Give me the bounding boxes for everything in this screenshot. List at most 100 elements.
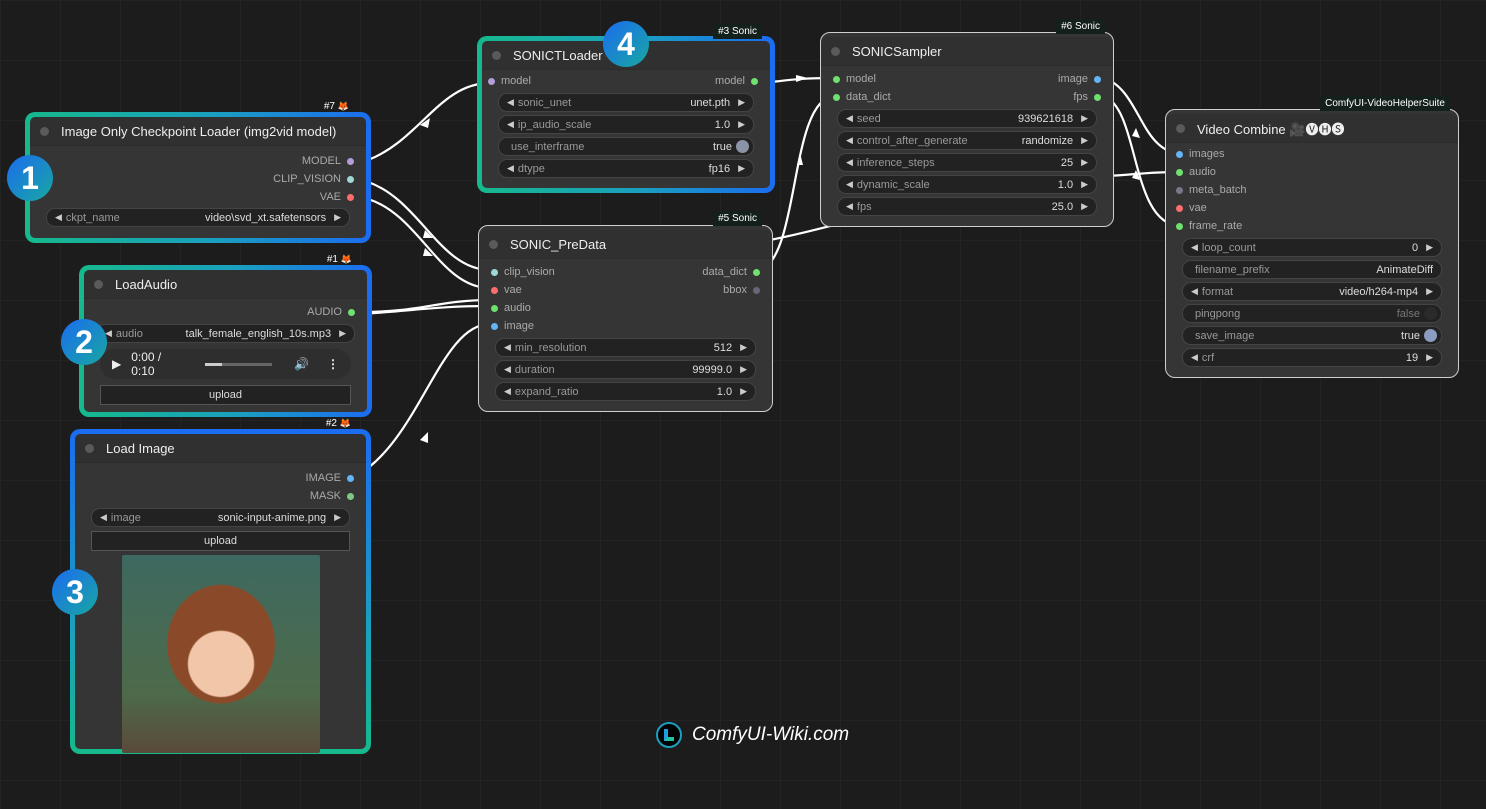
more-options-icon[interactable]: ⋮	[327, 357, 339, 371]
output-vae[interactable]: VAE	[30, 188, 366, 206]
arrow-right-icon[interactable]: ▶	[1426, 352, 1433, 363]
node-load-image[interactable]: #2 🦊 Load Image IMAGE MASK ◀ image sonic-i…	[70, 418, 371, 754]
upload-button[interactable]: upload	[91, 531, 350, 551]
socket-icon[interactable]	[347, 175, 354, 183]
input-vae[interactable]: vae	[1166, 199, 1458, 217]
audio-combo[interactable]: ◀ audio talk_female_english_10s.mp3 ▶	[96, 324, 355, 343]
socket-icon[interactable]	[1176, 186, 1183, 194]
arrow-right-icon[interactable]: ▶	[334, 512, 341, 523]
arrow-left-icon[interactable]: ◀	[846, 113, 853, 124]
output-model[interactable]: MODEL	[30, 152, 366, 170]
arrow-right-icon[interactable]: ▶	[740, 364, 747, 375]
arrow-right-icon[interactable]: ▶	[339, 328, 346, 339]
control-after-generate-combo[interactable]: ◀ control_after_generate randomize ▶	[837, 131, 1097, 150]
collapse-dot-icon[interactable]	[1176, 123, 1185, 133]
socket-icon[interactable]	[491, 286, 498, 294]
arrow-left-icon[interactable]: ◀	[846, 157, 853, 168]
arrow-right-icon[interactable]: ▶	[334, 212, 341, 223]
arrow-right-icon[interactable]: ▶	[738, 163, 745, 174]
arrow-left-icon[interactable]: ◀	[100, 512, 107, 523]
input-audio[interactable]: audio	[479, 299, 772, 317]
arrow-left-icon[interactable]: ◀	[504, 386, 511, 397]
collapse-dot-icon[interactable]	[492, 50, 501, 60]
toggle-on-icon[interactable]	[1424, 329, 1437, 342]
node-title[interactable]: LoadAudio	[84, 270, 367, 299]
audio-progress-bar[interactable]	[205, 362, 273, 366]
node-title[interactable]: Video Combine 🎥🅥🅗🅢	[1166, 114, 1458, 143]
socket-icon[interactable]	[1176, 222, 1183, 230]
socket-icon[interactable]	[491, 268, 498, 276]
io-data-dict[interactable]: data_dict fps	[821, 88, 1113, 106]
node-title[interactable]: SONICSampler	[821, 37, 1113, 66]
socket-icon[interactable]	[347, 492, 354, 500]
socket-icon[interactable]	[1176, 168, 1183, 176]
arrow-right-icon[interactable]: ▶	[1426, 286, 1433, 297]
node-sonic-sampler[interactable]: #6 Sonic SONICSampler model image data_di…	[820, 19, 1114, 227]
socket-icon[interactable]	[347, 474, 354, 482]
audio-player[interactable]: ▶ 0:00 / 0:10 🔊 ⋮	[100, 349, 351, 379]
pingpong-toggle[interactable]: pingpong false	[1182, 304, 1442, 323]
socket-icon[interactable]	[833, 75, 840, 83]
arrow-right-icon[interactable]: ▶	[1081, 157, 1088, 168]
arrow-left-icon[interactable]: ◀	[507, 97, 514, 108]
socket-icon[interactable]	[491, 322, 498, 330]
io-vae[interactable]: vae bbox	[479, 281, 772, 299]
socket-icon[interactable]	[347, 193, 354, 201]
min-resolution-number[interactable]: ◀ min_resolution 512 ▶	[495, 338, 756, 357]
socket-icon[interactable]	[1094, 93, 1101, 101]
collapse-dot-icon[interactable]	[489, 239, 498, 249]
arrow-left-icon[interactable]: ◀	[846, 201, 853, 212]
arrow-left-icon[interactable]: ◀	[1191, 242, 1198, 253]
node-video-combine[interactable]: ComfyUI-VideoHelperSuite Video Combine 🎥…	[1165, 96, 1459, 378]
node-title[interactable]: Image Only Checkpoint Loader (img2vid mo…	[30, 117, 366, 146]
crf-number[interactable]: ◀ crf 19 ▶	[1182, 348, 1442, 367]
collapse-dot-icon[interactable]	[85, 443, 94, 453]
play-icon[interactable]: ▶	[112, 357, 121, 371]
filename-prefix-input[interactable]: filename_prefix AnimateDiff	[1182, 260, 1442, 279]
socket-icon[interactable]	[488, 77, 495, 85]
socket-icon[interactable]	[751, 77, 758, 85]
socket-icon[interactable]	[753, 268, 760, 276]
input-image[interactable]: image	[479, 317, 772, 335]
node-load-audio[interactable]: #1 🦊 LoadAudio AUDIO ◀ audio talk_female_e…	[79, 254, 372, 417]
arrow-left-icon[interactable]: ◀	[507, 119, 514, 130]
arrow-left-icon[interactable]: ◀	[846, 135, 853, 146]
output-audio[interactable]: AUDIO	[84, 303, 367, 321]
ckpt-name-combo[interactable]: ◀ ckpt_name video\svd_xt.safetensors ▶	[46, 208, 350, 227]
expand-ratio-number[interactable]: ◀ expand_ratio 1.0 ▶	[495, 382, 756, 401]
save-image-toggle[interactable]: save_image true	[1182, 326, 1442, 345]
input-images[interactable]: images	[1166, 145, 1458, 163]
socket-icon[interactable]	[1176, 150, 1183, 158]
arrow-right-icon[interactable]: ▶	[1081, 179, 1088, 190]
arrow-left-icon[interactable]: ◀	[55, 212, 62, 223]
collapse-dot-icon[interactable]	[94, 279, 103, 289]
output-mask[interactable]: MASK	[75, 487, 366, 505]
arrow-left-icon[interactable]: ◀	[846, 179, 853, 190]
input-frame-rate[interactable]: frame_rate	[1166, 217, 1458, 235]
fps-number[interactable]: ◀ fps 25.0 ▶	[837, 197, 1097, 216]
arrow-right-icon[interactable]: ▶	[1081, 135, 1088, 146]
image-combo[interactable]: ◀ image sonic-input-anime.png ▶	[91, 508, 350, 527]
output-image[interactable]: IMAGE	[75, 469, 366, 487]
input-audio[interactable]: audio	[1166, 163, 1458, 181]
toggle-on-icon[interactable]	[736, 140, 749, 153]
arrow-right-icon[interactable]: ▶	[1081, 113, 1088, 124]
sonic-unet-combo[interactable]: ◀ sonic_unet unet.pth ▶	[498, 93, 754, 112]
arrow-right-icon[interactable]: ▶	[740, 342, 747, 353]
arrow-left-icon[interactable]: ◀	[507, 163, 514, 174]
socket-icon[interactable]	[1176, 204, 1183, 212]
node-sonic-predata[interactable]: #5 Sonic SONIC_PreData clip_vision data_d…	[478, 211, 773, 412]
node-title[interactable]: Load Image	[75, 434, 366, 463]
node-title[interactable]: SONIC_PreData	[479, 230, 772, 259]
arrow-right-icon[interactable]: ▶	[740, 386, 747, 397]
socket-icon[interactable]	[753, 286, 760, 294]
io-model[interactable]: model image	[821, 70, 1113, 88]
socket-icon[interactable]	[348, 308, 355, 316]
arrow-left-icon[interactable]: ◀	[1191, 352, 1198, 363]
socket-icon[interactable]	[491, 304, 498, 312]
arrow-right-icon[interactable]: ▶	[1426, 242, 1433, 253]
upload-button[interactable]: upload	[100, 385, 351, 405]
use-interframe-toggle[interactable]: use_interframe true	[498, 137, 754, 156]
collapse-dot-icon[interactable]	[40, 126, 49, 136]
arrow-right-icon[interactable]: ▶	[738, 119, 745, 130]
